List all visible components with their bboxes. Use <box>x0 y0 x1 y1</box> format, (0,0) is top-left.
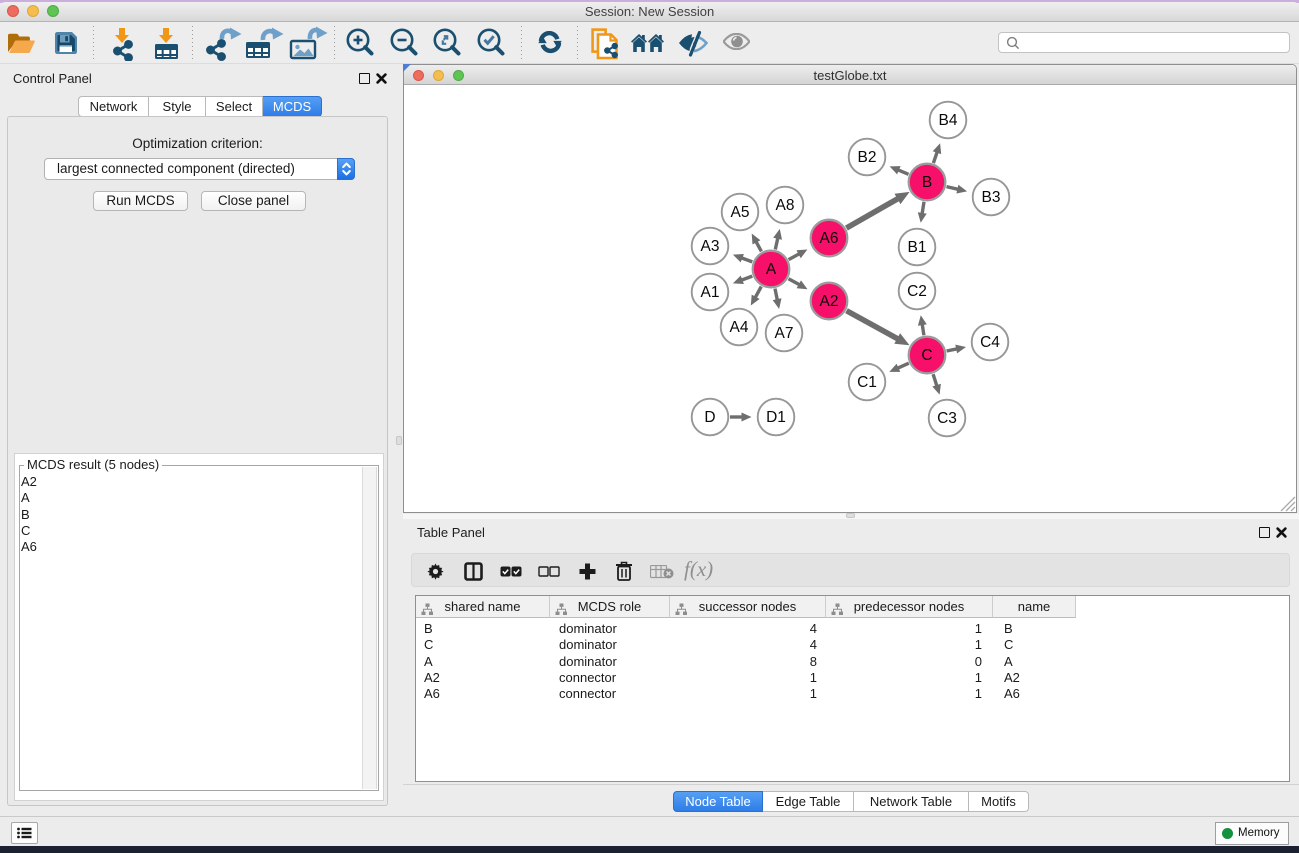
svg-text:C: C <box>921 347 932 364</box>
svg-text:B4: B4 <box>939 112 958 129</box>
svg-text:B: B <box>922 174 932 191</box>
svg-text:A3: A3 <box>701 238 720 255</box>
svg-text:B3: B3 <box>982 189 1001 206</box>
svg-text:A: A <box>766 261 777 278</box>
svg-text:A2: A2 <box>820 293 839 310</box>
svg-text:A5: A5 <box>731 204 750 221</box>
svg-text:A6: A6 <box>820 230 839 247</box>
svg-text:A1: A1 <box>701 284 720 301</box>
svg-text:C4: C4 <box>980 334 1000 351</box>
svg-text:C1: C1 <box>857 374 877 391</box>
svg-text:A4: A4 <box>730 319 749 336</box>
svg-text:D1: D1 <box>766 409 786 426</box>
svg-text:C3: C3 <box>937 410 957 427</box>
svg-text:B2: B2 <box>858 149 877 166</box>
svg-text:D: D <box>704 409 715 426</box>
svg-text:B1: B1 <box>908 239 927 256</box>
svg-text:A7: A7 <box>775 325 794 342</box>
svg-text:A8: A8 <box>776 197 795 214</box>
svg-text:C2: C2 <box>907 283 927 300</box>
